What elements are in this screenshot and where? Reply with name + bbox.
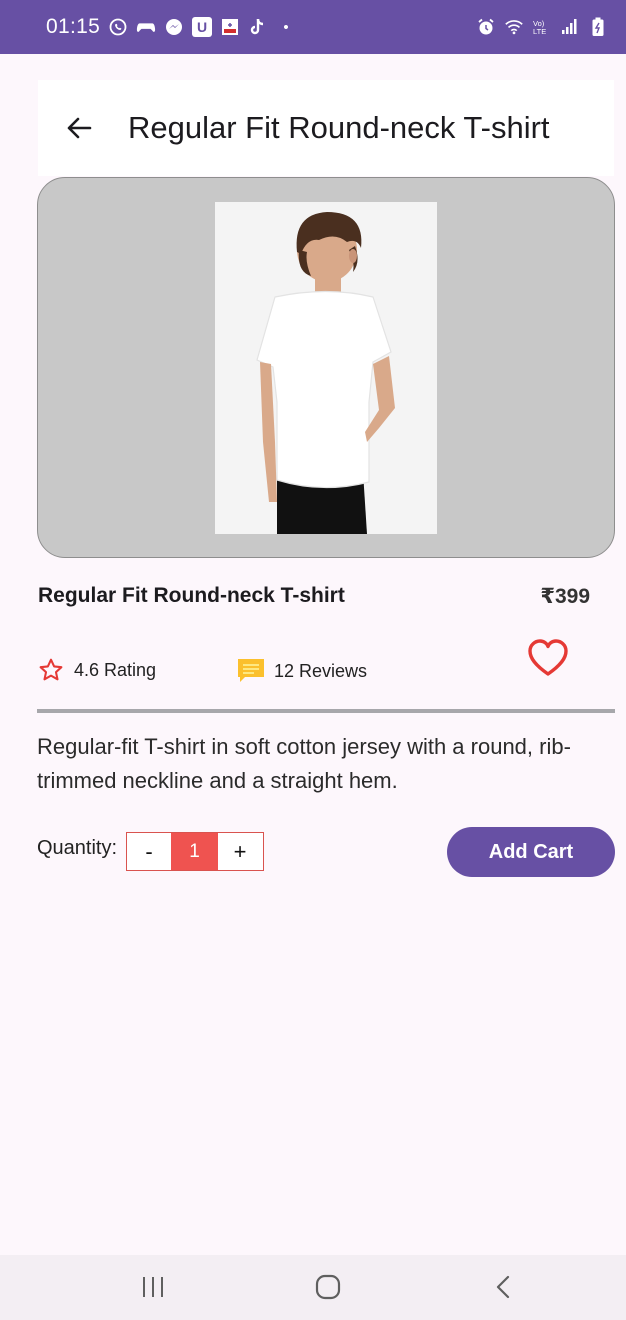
whatsapp-icon: [108, 17, 128, 37]
back-arrow-icon[interactable]: [64, 113, 94, 143]
status-bar: 01:15 U • Vo) LTE: [0, 0, 626, 54]
comment-icon: [238, 659, 264, 682]
product-name: Regular Fit Round-neck T-shirt: [38, 584, 345, 607]
home-icon[interactable]: [315, 1274, 341, 1300]
reviews-label: 12 Reviews: [274, 660, 368, 681]
quantity-stepper: - 1 +: [126, 832, 264, 871]
reviews[interactable]: 12 Reviews: [236, 657, 367, 685]
add-cart-button[interactable]: Add Cart: [447, 827, 615, 877]
increment-button[interactable]: +: [218, 833, 262, 870]
star-icon: [39, 658, 63, 681]
messenger-icon: [164, 17, 184, 37]
product-price: ₹399: [540, 585, 590, 608]
product-description: Regular-fit T-shirt in soft cotton jerse…: [37, 734, 571, 793]
tiktok-icon: [248, 17, 268, 37]
favorite-heart-icon[interactable]: [527, 638, 569, 678]
quantity-label: Quantity:: [37, 837, 118, 859]
signal-icon: [560, 17, 580, 37]
product-image: [215, 202, 437, 534]
news-icon: [220, 17, 240, 37]
svg-text:LTE: LTE: [533, 27, 546, 36]
battery-icon: [588, 17, 608, 37]
volte-icon: Vo) LTE: [532, 17, 552, 37]
status-dot: •: [283, 18, 289, 36]
recent-apps-icon[interactable]: [140, 1275, 166, 1299]
top-app-bar: Regular Fit Round-neck T-shirt: [38, 80, 614, 176]
product-image-card: [37, 177, 615, 558]
status-left: 01:15 U •: [46, 15, 296, 39]
status-time: 01:15: [46, 15, 101, 38]
nav-back-icon[interactable]: [494, 1274, 512, 1300]
divider: [37, 709, 615, 713]
decrement-button[interactable]: -: [127, 833, 171, 870]
alarm-icon: [476, 17, 496, 37]
wifi-icon: [504, 17, 524, 37]
status-right: Vo) LTE: [476, 17, 608, 37]
rating: 4.6 Rating: [38, 657, 156, 683]
rating-label: 4.6 Rating: [74, 659, 157, 680]
system-nav-bar: [0, 1255, 626, 1320]
gamepad-icon: [136, 17, 156, 37]
quantity-value: 1: [171, 833, 218, 870]
u-app-icon: U: [192, 17, 213, 37]
page-title: Regular Fit Round-neck T-shirt: [128, 110, 550, 145]
